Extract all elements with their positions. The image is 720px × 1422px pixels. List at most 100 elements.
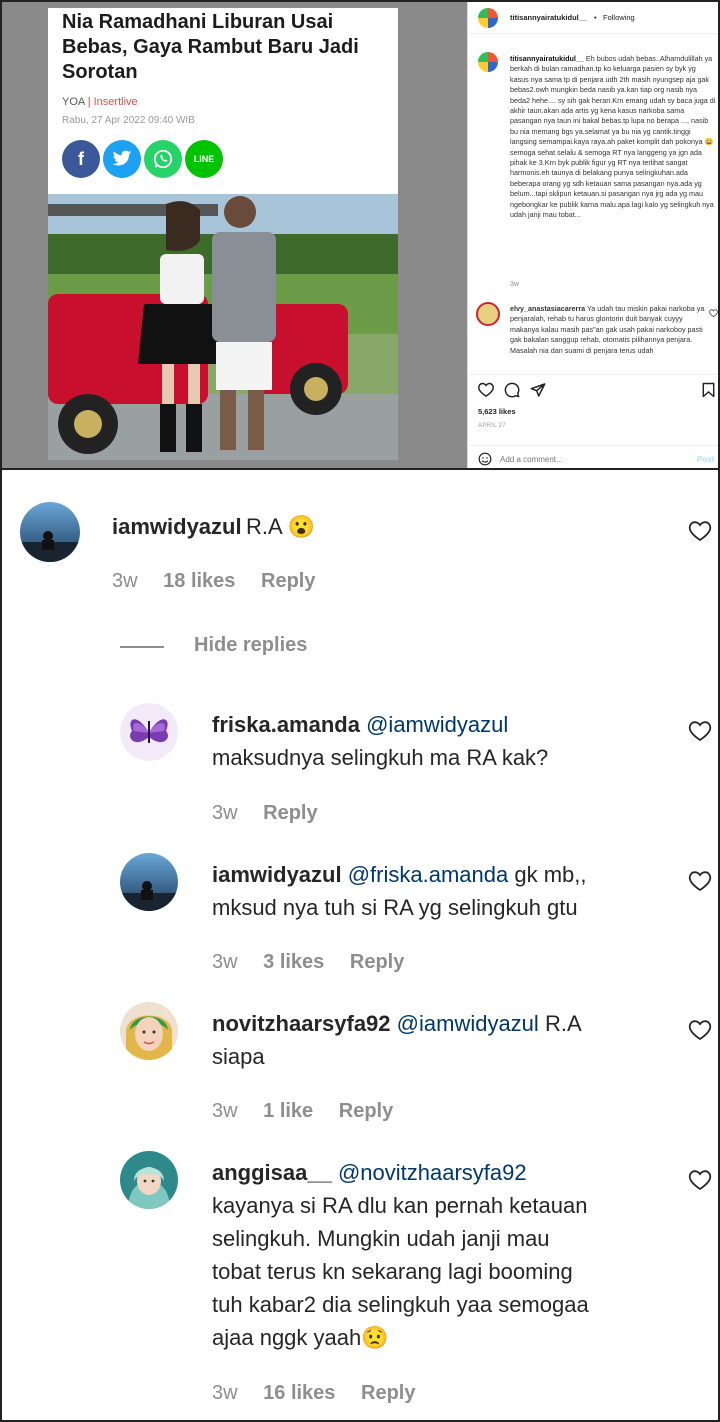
commenter-avatar[interactable] — [476, 302, 500, 326]
reply-mention[interactable]: @novitzhaarsyfa92 — [338, 1160, 527, 1185]
reply-likes[interactable]: 16 likes — [263, 1382, 335, 1404]
add-comment-bar: Post — [468, 445, 718, 468]
poster-avatar[interactable] — [478, 8, 498, 28]
post-likes-count[interactable]: 5,623 likes — [478, 407, 516, 416]
line-share-button[interactable]: LINE — [185, 140, 223, 178]
emoji-icon[interactable] — [478, 452, 492, 466]
reply-time: 3w — [212, 1100, 238, 1122]
reply-time: 3w — [212, 802, 238, 824]
follow-dot: • — [594, 13, 597, 22]
reply-meta: 3w Reply — [212, 802, 338, 825]
reply-text-first: R.A — [544, 1011, 582, 1036]
reply-username[interactable]: iamwidyazul — [212, 862, 342, 887]
reply-text-line: mksud nya tuh si RA yg selingkuh gtu — [212, 895, 578, 920]
hide-replies-line — [120, 646, 164, 648]
twitter-icon — [112, 150, 132, 166]
instagram-post-panel: titisannyairatukidul__ • Following titis… — [467, 2, 718, 468]
add-comment-input[interactable] — [500, 451, 680, 467]
reply-username[interactable]: anggisaa__ — [212, 1160, 332, 1185]
facebook-icon: f — [78, 148, 84, 169]
caption-text: Eh bubos udah bebas..Alhamdulillah ya be… — [510, 54, 716, 220]
reply-body: friska.amanda @iamwidyazul maksudnya sel… — [212, 708, 682, 774]
avatar[interactable] — [20, 502, 80, 562]
golf-cart-couple-image — [48, 194, 398, 460]
article-site-link[interactable]: Insertlive — [94, 96, 138, 108]
avatar[interactable] — [120, 853, 178, 911]
reply-mention[interactable]: @iamwidyazul — [366, 712, 508, 737]
post-comment: elvy_anastasiacarerra Ya udah tau miskin… — [510, 304, 710, 368]
comment-body: iamwidyazul R.A 😮 — [112, 510, 315, 543]
comment-heart-icon[interactable] — [688, 520, 712, 542]
source-separator: | — [87, 96, 91, 108]
reply-text-first: gk mb,, — [514, 862, 587, 887]
following-status[interactable]: Following — [603, 13, 635, 22]
line-icon: LINE — [193, 154, 215, 164]
caption-time: 3w — [510, 281, 519, 288]
reply-meta: 3w 1 like Reply — [212, 1100, 413, 1123]
like-heart-icon[interactable] — [478, 382, 494, 397]
reply-body: novitzhaarsyfa92 @iamwidyazul R.A siapa — [212, 1007, 682, 1073]
reply-button[interactable]: Reply — [261, 570, 315, 592]
article-date: Rabu, 27 Apr 2022 09:40 WIB — [62, 115, 195, 126]
comment-username[interactable]: iamwidyazul — [112, 514, 242, 539]
caption-username[interactable]: titisannyairatukidul__ — [510, 54, 584, 63]
comment-heart-icon[interactable] — [709, 309, 718, 317]
reply-mention[interactable]: @friska.amanda — [348, 862, 509, 887]
reply-heart-icon[interactable] — [688, 1169, 712, 1191]
twitter-share-button[interactable] — [103, 140, 141, 178]
reply-heart-icon[interactable] — [688, 720, 712, 742]
comments-thread: iamwidyazul R.A 😮 3w 18 likes Reply Hide… — [0, 470, 720, 1422]
article-title[interactable]: Nia Ramadhani Liburan Usai Bebas, Gaya R… — [62, 10, 392, 85]
comment-meta: 3w 18 likes Reply — [112, 570, 335, 593]
reply-username[interactable]: novitzhaarsyfa92 — [212, 1011, 391, 1036]
comment-time: 3w — [112, 570, 138, 592]
reply-text-line: tobat terus kn sekarang lagi booming — [212, 1259, 573, 1284]
reply-text-line: siapa — [212, 1044, 265, 1069]
article-source: YOA | Insertlive — [62, 96, 138, 108]
comment-likes[interactable]: 18 likes — [163, 570, 235, 592]
whatsapp-icon — [153, 149, 173, 169]
reply-username[interactable]: friska.amanda — [212, 712, 360, 737]
post-date: APRIL 27 — [478, 423, 506, 429]
reply-meta: 3w 16 likes Reply — [212, 1382, 435, 1405]
avatar[interactable] — [120, 703, 178, 761]
reply-likes[interactable]: 1 like — [263, 1100, 313, 1122]
reply-time: 3w — [212, 951, 238, 973]
post-header: titisannyairatukidul__ • Following — [468, 2, 718, 34]
news-article-card: Nia Ramadhani Liburan Usai Bebas, Gaya R… — [48, 8, 398, 460]
share-paper-plane-icon[interactable] — [530, 382, 546, 398]
reply-text-line: maksudnya selingkuh ma RA kak? — [212, 745, 549, 770]
save-bookmark-icon[interactable] — [702, 382, 715, 398]
reply-text-line: selingkuh. Mungkin udah janji mau — [212, 1226, 550, 1251]
reply-text-line: kayanya si RA dlu kan pernah ketauan — [212, 1193, 588, 1218]
comment-text: R.A 😮 — [246, 514, 316, 539]
top-screenshot-panel: Nia Ramadhani Liburan Usai Bebas, Gaya R… — [0, 0, 720, 470]
reply-button[interactable]: Reply — [350, 951, 404, 973]
reply-mention[interactable]: @iamwidyazul — [397, 1011, 539, 1036]
reply-button[interactable]: Reply — [361, 1382, 415, 1404]
facebook-share-button[interactable]: f — [62, 140, 100, 178]
caption-avatar[interactable] — [478, 52, 498, 72]
post-comment-button[interactable]: Post — [697, 455, 714, 464]
reply-time: 3w — [212, 1382, 238, 1404]
reply-button[interactable]: Reply — [263, 802, 317, 824]
reply-body: iamwidyazul @friska.amanda gk mb,, mksud… — [212, 858, 682, 924]
reply-button[interactable]: Reply — [339, 1100, 393, 1122]
reply-likes[interactable]: 3 likes — [263, 951, 324, 973]
avatar[interactable] — [120, 1151, 178, 1209]
reply-meta: 3w 3 likes Reply — [212, 951, 424, 974]
reply-text-line: tuh kabar2 dia selingkuh yaa semogaa — [212, 1292, 589, 1317]
article-author: YOA — [62, 96, 85, 108]
poster-username[interactable]: titisannyairatukidul__ — [510, 13, 587, 22]
comment-username[interactable]: elvy_anastasiacarerra — [510, 304, 585, 313]
avatar[interactable] — [120, 1002, 178, 1060]
reply-body: anggisaa__ @novitzhaarsyfa92 kayanya si … — [212, 1156, 682, 1354]
comment-bubble-icon[interactable] — [504, 382, 520, 398]
post-caption: titisannyairatukidul__ Eh bubos udah beb… — [510, 54, 716, 221]
article-photo — [48, 194, 398, 460]
whatsapp-share-button[interactable] — [144, 140, 182, 178]
reply-text-line: ajaa nggk yaah😟 — [212, 1325, 389, 1350]
hide-replies-button[interactable]: Hide replies — [194, 634, 307, 657]
reply-heart-icon[interactable] — [688, 870, 712, 892]
reply-heart-icon[interactable] — [688, 1019, 712, 1041]
